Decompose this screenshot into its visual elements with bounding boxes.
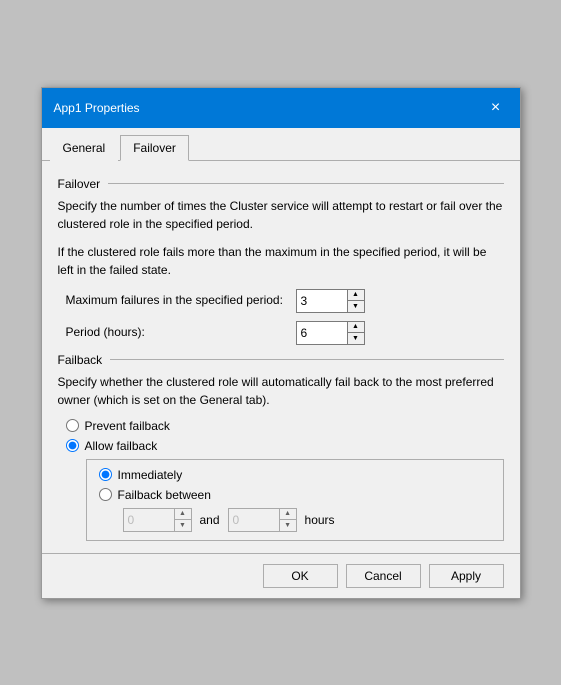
failback-section-header: Failback xyxy=(58,353,504,367)
title-bar: App1 Properties × xyxy=(42,88,520,128)
failback-from-spincontrol: ▲ ▼ xyxy=(123,508,192,532)
failback-desc: Specify whether the clustered role will … xyxy=(58,373,504,409)
dialog-title: App1 Properties xyxy=(54,101,140,115)
cancel-button[interactable]: Cancel xyxy=(346,564,421,588)
and-label: and xyxy=(200,513,220,527)
failover-desc1: Specify the number of times the Cluster … xyxy=(58,197,504,233)
failback-from-input[interactable] xyxy=(124,509,174,531)
apply-button[interactable]: Apply xyxy=(429,564,504,588)
period-spin-buttons: ▲ ▼ xyxy=(347,322,364,344)
failback-between-label[interactable]: Failback between xyxy=(118,488,211,502)
failback-radio-group: Prevent failback Allow failback Immediat… xyxy=(58,419,504,541)
failover-divider xyxy=(108,183,503,184)
dialog: App1 Properties × General Failover Failo… xyxy=(41,87,521,599)
tab-bar: General Failover xyxy=(42,128,520,161)
footer: OK Cancel Apply xyxy=(42,553,520,598)
period-spin-down[interactable]: ▼ xyxy=(348,333,364,344)
failback-to-spincontrol: ▲ ▼ xyxy=(228,508,297,532)
prevent-failback-row: Prevent failback xyxy=(66,419,504,433)
failover-section-header: Failover xyxy=(58,177,504,191)
prevent-failback-radio[interactable] xyxy=(66,419,79,432)
period-spin-up[interactable]: ▲ xyxy=(348,322,364,333)
period-input[interactable] xyxy=(297,322,347,344)
max-failures-spin-down[interactable]: ▼ xyxy=(348,301,364,312)
hours-label: hours xyxy=(305,513,335,527)
immediately-radio[interactable] xyxy=(99,468,112,481)
failback-section-title: Failback xyxy=(58,353,103,367)
max-failures-label: Maximum failures in the specified period… xyxy=(66,292,296,309)
failback-between-radio[interactable] xyxy=(99,488,112,501)
failback-between-row: Failback between xyxy=(99,488,491,502)
allow-failback-label[interactable]: Allow failback xyxy=(85,439,158,453)
failback-from-spin-up[interactable]: ▲ xyxy=(175,509,191,520)
tab-general[interactable]: General xyxy=(50,135,119,161)
max-failures-row: Maximum failures in the specified period… xyxy=(58,289,504,313)
failback-from-spin-buttons: ▲ ▼ xyxy=(174,509,191,531)
max-failures-spincontrol: ▲ ▼ xyxy=(296,289,365,313)
period-label: Period (hours): xyxy=(66,324,296,341)
allow-failback-box: Immediately Failback between ▲ ▼ xyxy=(86,459,504,541)
max-failures-spin-up[interactable]: ▲ xyxy=(348,290,364,301)
max-failures-input[interactable] xyxy=(297,290,347,312)
max-failures-spin-buttons: ▲ ▼ xyxy=(347,290,364,312)
period-row: Period (hours): ▲ ▼ xyxy=(58,321,504,345)
immediately-row: Immediately xyxy=(99,468,491,482)
failback-from-spin-down[interactable]: ▼ xyxy=(175,520,191,531)
failback-to-spin-up[interactable]: ▲ xyxy=(280,509,296,520)
tab-content: Failover Specify the number of times the… xyxy=(42,161,520,553)
tab-failover[interactable]: Failover xyxy=(120,135,189,161)
prevent-failback-label[interactable]: Prevent failback xyxy=(85,419,170,433)
failback-to-spin-buttons: ▲ ▼ xyxy=(279,509,296,531)
failover-desc2: If the clustered role fails more than th… xyxy=(58,243,504,279)
failback-between-inputs: ▲ ▼ and ▲ ▼ hours xyxy=(123,508,491,532)
immediately-label[interactable]: Immediately xyxy=(118,468,183,482)
allow-failback-radio[interactable] xyxy=(66,439,79,452)
close-button[interactable]: × xyxy=(484,96,508,120)
failback-to-input[interactable] xyxy=(229,509,279,531)
period-spincontrol: ▲ ▼ xyxy=(296,321,365,345)
failover-section-title: Failover xyxy=(58,177,101,191)
failback-divider xyxy=(110,359,503,360)
ok-button[interactable]: OK xyxy=(263,564,338,588)
failback-to-spin-down[interactable]: ▼ xyxy=(280,520,296,531)
failback-section: Failback Specify whether the clustered r… xyxy=(58,353,504,541)
allow-failback-row: Allow failback xyxy=(66,439,504,453)
